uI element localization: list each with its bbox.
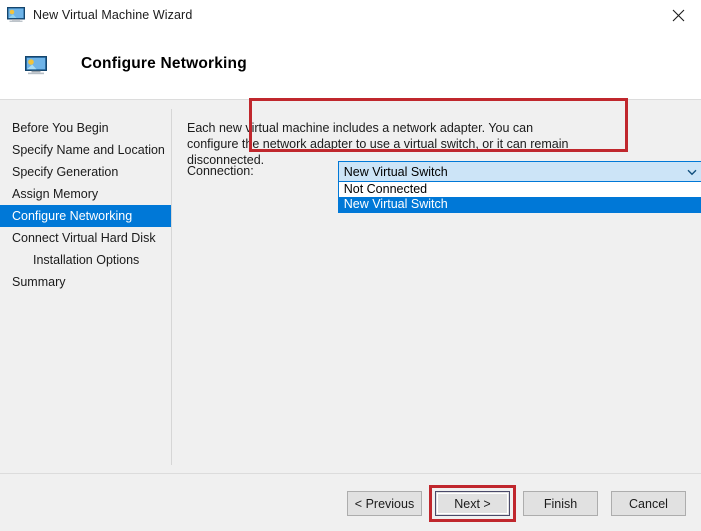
- wizard-steps-sidebar: Before You Begin Specify Name and Locati…: [0, 101, 171, 473]
- virtual-machine-monitor-icon: [7, 7, 25, 22]
- cancel-button[interactable]: Cancel: [611, 491, 686, 516]
- wizard-header: Configure Networking: [0, 30, 701, 100]
- sidebar-item-before-you-begin[interactable]: Before You Begin: [0, 117, 171, 139]
- close-icon: [672, 9, 684, 21]
- next-button-wrapper: Next >: [429, 485, 516, 522]
- chevron-down-icon: [687, 169, 697, 176]
- title-bar: New Virtual Machine Wizard: [0, 0, 701, 30]
- connection-combobox-list[interactable]: Not Connected New Virtual Switch: [337, 182, 701, 213]
- sidebar-item-connect-virtual-hard-disk[interactable]: Connect Virtual Hard Disk: [0, 227, 171, 249]
- finish-button[interactable]: Finish: [523, 491, 598, 516]
- sidebar-item-specify-name-and-location[interactable]: Specify Name and Location: [0, 139, 171, 161]
- previous-button[interactable]: < Previous: [347, 491, 422, 516]
- close-button[interactable]: [655, 0, 701, 30]
- next-button[interactable]: Next >: [435, 491, 510, 516]
- sidebar-item-configure-networking[interactable]: Configure Networking: [0, 205, 171, 227]
- wizard-footer: < Previous Next > Finish Cancel: [0, 473, 701, 531]
- sidebar-item-assign-memory[interactable]: Assign Memory: [0, 183, 171, 205]
- content-area: Before You Begin Specify Name and Locati…: [0, 98, 701, 473]
- combo-option-not-connected[interactable]: Not Connected: [339, 182, 701, 197]
- main-pane: Each new virtual machine includes a netw…: [171, 98, 701, 473]
- wizard-button-bar: < Previous Next > Finish Cancel: [347, 485, 686, 522]
- virtual-machine-monitor-icon: [25, 56, 47, 75]
- connection-label: Connection:: [187, 164, 254, 178]
- sidebar-item-summary[interactable]: Summary: [0, 271, 171, 293]
- connection-combobox-wrapper: New Virtual Switch Not Connected New Vir…: [337, 161, 701, 213]
- connection-row: Connection: New Virtual Switch Not Conne…: [187, 161, 701, 213]
- combo-option-new-virtual-switch[interactable]: New Virtual Switch: [338, 197, 701, 212]
- page-title: Configure Networking: [81, 55, 247, 72]
- sidebar-item-specify-generation[interactable]: Specify Generation: [0, 161, 171, 183]
- connection-combobox[interactable]: New Virtual Switch: [337, 161, 701, 182]
- connection-combobox-value: New Virtual Switch: [343, 164, 448, 179]
- window-title: New Virtual Machine Wizard: [33, 8, 193, 22]
- sidebar-item-installation-options[interactable]: Installation Options: [0, 249, 171, 271]
